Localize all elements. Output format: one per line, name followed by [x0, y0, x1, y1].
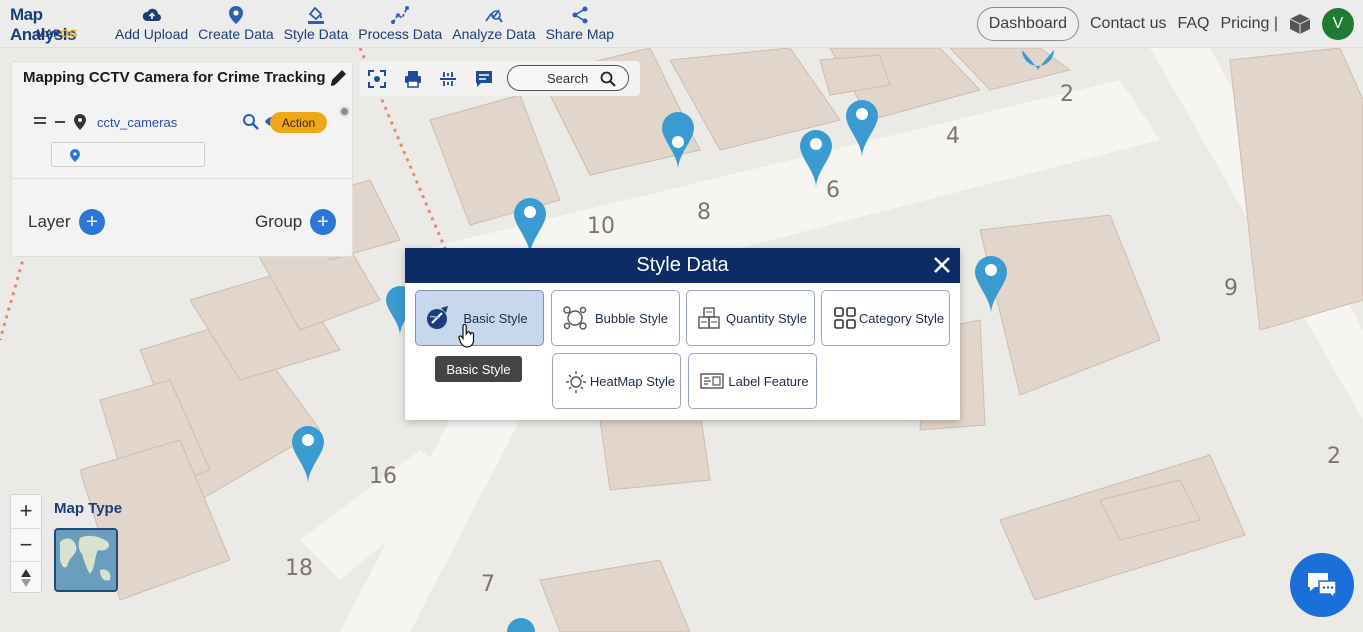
- drag-handle-icon[interactable]: [34, 116, 46, 126]
- layer-name[interactable]: cctv_cameras: [97, 115, 177, 130]
- menu-add-upload[interactable]: Add Upload: [110, 0, 193, 48]
- menu-share-map[interactable]: Share Map: [541, 0, 619, 48]
- layer-filter-input[interactable]: [51, 142, 205, 167]
- bubble-style-button[interactable]: Bubble Style: [551, 290, 680, 346]
- add-layer-label: Layer: [28, 212, 71, 231]
- map-house-number: 18: [285, 556, 313, 581]
- dashboard-button[interactable]: Dashboard: [976, 7, 1079, 41]
- zoom-out-button[interactable]: −: [11, 528, 41, 560]
- cloud-upload-icon: [141, 5, 163, 25]
- menu-style-data[interactable]: Style Data: [279, 0, 354, 48]
- map-title: Mapping CCTV Camera for Crime Tracking: [23, 69, 326, 86]
- cube-icon[interactable]: [1289, 13, 1311, 35]
- reset-north-button[interactable]: [11, 561, 41, 593]
- menu-label: Add Upload: [115, 26, 189, 42]
- zoom-in-button[interactable]: +: [11, 495, 41, 527]
- divider: [12, 178, 352, 179]
- top-navigation-bar: Map Analysis MAPOG Add Upload Create Dat…: [0, 0, 1363, 48]
- cctv-marker: [507, 618, 535, 632]
- button-label: HeatMap Style: [589, 373, 676, 389]
- action-button[interactable]: Action: [270, 112, 327, 133]
- search-label: Search: [547, 71, 589, 86]
- map-type-label: Map Type: [54, 500, 123, 517]
- live-chat-button[interactable]: [1290, 553, 1354, 617]
- menu-label: Style Data: [283, 26, 349, 42]
- style-data-modal: Style Data Basic Style Bubble Style Quan…: [405, 248, 960, 420]
- layer-panel: Mapping CCTV Camera for Crime Tracking c…: [11, 61, 353, 257]
- label-feature-icon: [700, 373, 724, 389]
- close-icon[interactable]: [932, 255, 952, 275]
- heatmap-style-icon: [566, 371, 586, 393]
- paint-bucket-icon: [305, 5, 327, 25]
- logo[interactable]: Map Analysis MAPOG: [0, 0, 110, 48]
- button-label: Category Style: [858, 310, 945, 326]
- map-house-number: 2: [1060, 82, 1074, 107]
- tooltip: Basic Style: [435, 356, 522, 382]
- zoom-control: + −: [10, 494, 42, 593]
- add-group-label: Group: [255, 212, 303, 231]
- quantity-style-button[interactable]: Quantity Style: [686, 290, 815, 346]
- bubble-style-icon: [563, 306, 587, 330]
- pencil-icon[interactable]: [328, 68, 348, 88]
- compass-icon: [21, 568, 31, 587]
- map-pin-icon: [225, 5, 247, 25]
- add-layer-button[interactable]: +: [79, 209, 105, 235]
- heatmap-style-button[interactable]: HeatMap Style: [552, 353, 681, 409]
- basic-style-button[interactable]: Basic Style: [415, 290, 544, 346]
- menu-label: Process Data: [358, 26, 443, 42]
- menu-label: Share Map: [545, 26, 615, 42]
- pricing-link[interactable]: Pricing |: [1220, 15, 1278, 33]
- contact-us-link[interactable]: Contact us: [1090, 15, 1166, 33]
- search-icon: [600, 71, 616, 87]
- menu-process-data[interactable]: Process Data: [353, 0, 447, 48]
- menu-label: Analyze Data: [452, 26, 536, 42]
- menu-analyze-data[interactable]: Analyze Data: [447, 0, 540, 48]
- logo-subtitle: MAPOG: [36, 27, 78, 40]
- map-toolbar: Search: [360, 61, 640, 96]
- button-label: Label Feature: [728, 373, 809, 389]
- map-house-number: 2: [1327, 444, 1341, 469]
- map-house-number: 8: [697, 200, 711, 225]
- chat-icon: [1308, 573, 1337, 600]
- map-house-number: 16: [369, 464, 397, 489]
- category-style-icon: [834, 307, 856, 329]
- quantity-style-icon: [698, 307, 720, 329]
- map-house-number: 4: [946, 124, 960, 149]
- map-pin-icon: [70, 149, 80, 162]
- label-feature-button[interactable]: Label Feature: [688, 353, 817, 409]
- category-style-button[interactable]: Category Style: [821, 290, 950, 346]
- menu-create-data[interactable]: Create Data: [193, 0, 278, 48]
- map-house-number: 7: [481, 572, 495, 597]
- modal-title: Style Data: [405, 248, 960, 283]
- comment-icon[interactable]: [475, 70, 493, 88]
- hand-cursor-icon: [458, 324, 475, 348]
- process-icon: [389, 5, 411, 25]
- faq-link[interactable]: FAQ: [1177, 15, 1209, 33]
- map-house-number: 10: [587, 214, 615, 239]
- menu-label: Create Data: [198, 26, 274, 42]
- map-house-number: 9: [1224, 276, 1238, 301]
- avatar[interactable]: V: [1322, 8, 1354, 40]
- basic-style-icon: [427, 306, 448, 329]
- measure-icon[interactable]: [439, 70, 457, 88]
- zoom-to-layer-icon[interactable]: [242, 113, 259, 130]
- map-type-switcher[interactable]: [54, 528, 118, 592]
- share-icon: [569, 5, 591, 25]
- status-dot: [339, 106, 350, 117]
- analyze-icon: [483, 5, 505, 25]
- button-label: Bubble Style: [595, 310, 668, 326]
- world-map-thumbnail-icon: [56, 530, 116, 590]
- map-house-number: 6: [826, 178, 840, 203]
- print-icon[interactable]: [404, 70, 422, 88]
- point-layer-icon: [74, 114, 86, 130]
- right-navigation: Dashboard Contact us FAQ Pricing | V: [976, 0, 1363, 48]
- button-label: Quantity Style: [726, 310, 807, 326]
- fullscreen-icon[interactable]: [368, 70, 386, 88]
- collapse-dash-icon[interactable]: [55, 121, 65, 123]
- add-group-button[interactable]: +: [310, 209, 336, 235]
- map-search-button[interactable]: Search: [507, 65, 629, 91]
